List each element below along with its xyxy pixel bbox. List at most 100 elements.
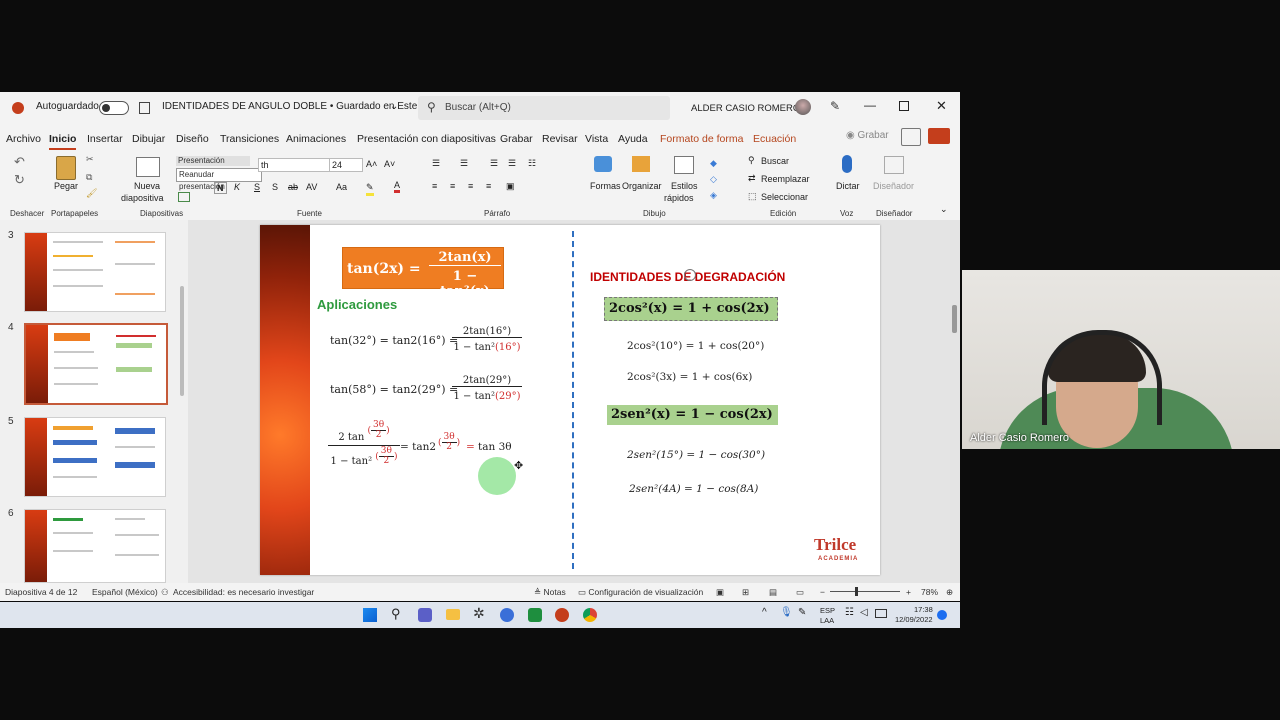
- copy-icon[interactable]: ⧉: [86, 172, 92, 183]
- case-button[interactable]: Aa: [336, 182, 347, 192]
- autosave-toggle[interactable]: [99, 101, 129, 115]
- pen-icon[interactable]: ✎: [830, 99, 840, 113]
- new-slide-label-2[interactable]: diapositiva: [121, 193, 164, 203]
- arrange-icon[interactable]: [632, 156, 650, 172]
- quick-styles-icon[interactable]: [674, 156, 694, 174]
- paste-label[interactable]: Pegar: [54, 181, 78, 191]
- slide-thumbnail[interactable]: [24, 509, 166, 583]
- tab-insertar[interactable]: Insertar: [87, 133, 123, 145]
- undo-icon[interactable]: ↶: [14, 154, 25, 170]
- spacing-button[interactable]: AV: [306, 182, 317, 192]
- powerpoint-taskbar-icon[interactable]: [555, 608, 569, 622]
- slide-thumbnail[interactable]: [24, 417, 166, 497]
- align-right-icon[interactable]: ≡: [468, 181, 473, 191]
- shapes-label[interactable]: Formas: [590, 181, 621, 191]
- new-slide-icon[interactable]: [136, 157, 160, 177]
- designer-icon[interactable]: [884, 156, 904, 174]
- speaker-icon[interactable]: ◁: [860, 607, 868, 618]
- slide-thumbnail-active[interactable]: [24, 323, 168, 405]
- tab-archivo[interactable]: Archivo: [6, 133, 41, 145]
- pen-tray-icon[interactable]: ✎: [798, 607, 806, 618]
- app-store-icon[interactable]: [528, 608, 542, 622]
- slideshow-view-icon[interactable]: ▭: [796, 587, 804, 598]
- new-slide-label-1[interactable]: Nueva: [134, 181, 160, 191]
- settings-icon[interactable]: ✲: [473, 605, 485, 622]
- justify-icon[interactable]: ≡: [486, 181, 491, 191]
- grow-font-icon[interactable]: A˄: [366, 159, 377, 169]
- outline-icon[interactable]: ◇: [710, 174, 717, 185]
- tab-vista[interactable]: Vista: [585, 133, 608, 145]
- replace-icon[interactable]: ⇄: [748, 173, 756, 184]
- formula-box-tan2x[interactable]: tan(2x) = 2tan(x) 1 − tan²(x): [342, 247, 504, 299]
- keyboard-lang-2[interactable]: LAA: [820, 616, 834, 625]
- record-button[interactable]: ◉ Grabar: [846, 130, 889, 141]
- select-icon[interactable]: ⬚: [748, 191, 757, 202]
- thumbnail-scrollbar[interactable]: [180, 286, 184, 396]
- select-button[interactable]: Seleccionar: [761, 192, 808, 202]
- designer-button-label[interactable]: Diseñador: [873, 181, 914, 191]
- zoom-out-icon[interactable]: −: [820, 587, 825, 597]
- tab-formato-forma[interactable]: Formato de forma: [660, 133, 743, 145]
- search-taskbar-icon[interactable]: ⚲: [391, 606, 401, 622]
- collapse-ribbon-icon[interactable]: ⌄: [940, 204, 948, 215]
- text-box-icon[interactable]: ▣: [506, 181, 515, 192]
- windows-start-icon[interactable]: [363, 608, 377, 622]
- tab-diseno[interactable]: Diseño: [176, 133, 209, 145]
- keyboard-lang-1[interactable]: ESP: [820, 606, 835, 615]
- user-name[interactable]: ALDER CASIO ROMERO: [691, 103, 800, 114]
- shrink-font-icon[interactable]: A˅: [384, 159, 395, 169]
- align-center-icon[interactable]: ≡: [450, 181, 455, 191]
- layout-icon[interactable]: [178, 192, 190, 202]
- wifi-icon[interactable]: ☷: [845, 607, 854, 618]
- font-name-input[interactable]: th: [258, 158, 330, 172]
- microphone-icon[interactable]: [842, 155, 852, 173]
- outdent-icon[interactable]: ☰: [508, 158, 516, 169]
- restore-icon[interactable]: [899, 101, 909, 111]
- search-input[interactable]: ⚲ Buscar (Alt+Q): [418, 96, 670, 120]
- indent-icon[interactable]: ☰: [490, 158, 498, 169]
- fill-icon[interactable]: ◆: [710, 158, 717, 169]
- tab-presentacion[interactable]: Presentación con diapositivas: [357, 133, 496, 145]
- tray-chevron-icon[interactable]: ^: [762, 607, 767, 618]
- font-size-input[interactable]: 24: [329, 158, 363, 172]
- quick-styles-label-2[interactable]: rápidos: [664, 193, 694, 203]
- clock-date[interactable]: 12/09/2022: [895, 615, 933, 624]
- slide-canvas[interactable]: tan(2x) = 2tan(x) 1 − tan²(x) Aplicacion…: [260, 225, 880, 575]
- tab-ayuda[interactable]: Ayuda: [618, 133, 648, 145]
- chevron-down-icon[interactable]: ⌄: [390, 101, 398, 112]
- columns-icon[interactable]: ☷: [528, 158, 536, 169]
- highlight-icon[interactable]: ✎: [366, 182, 374, 196]
- app-w-icon[interactable]: [500, 608, 514, 622]
- zoom-level[interactable]: 78%: [921, 587, 938, 597]
- comments-icon[interactable]: [901, 128, 921, 146]
- tab-animaciones[interactable]: Animaciones: [286, 133, 346, 145]
- accessibility-icon[interactable]: ⚇: [161, 587, 169, 598]
- tab-transiciones[interactable]: Transiciones: [220, 133, 279, 145]
- display-settings-button[interactable]: ▭ Configuración de visualización: [578, 587, 703, 598]
- tab-grabar[interactable]: Grabar: [500, 133, 533, 145]
- quick-styles-label-1[interactable]: Estilos: [671, 181, 698, 191]
- shadow-button[interactable]: S: [272, 182, 278, 192]
- bold-button[interactable]: N: [214, 182, 227, 194]
- paste-icon[interactable]: [56, 156, 76, 180]
- accessibility-status[interactable]: Accesibilidad: es necesario investigar: [173, 587, 314, 597]
- identity-box-sen[interactable]: 2sen²(x) = 1 − cos(2x): [607, 405, 778, 425]
- clock-time[interactable]: 17:38: [914, 605, 933, 614]
- tab-inicio[interactable]: Inicio: [49, 133, 77, 150]
- format-painter-icon[interactable]: 🖌: [86, 188, 97, 199]
- presentation-dropdown[interactable]: Presentación: [176, 156, 250, 166]
- tab-revisar[interactable]: Revisar: [542, 133, 578, 145]
- tab-dibujar[interactable]: Dibujar: [132, 133, 165, 145]
- strike-button[interactable]: ab: [288, 182, 298, 192]
- avatar[interactable]: [795, 99, 811, 115]
- tab-ecuacion[interactable]: Ecuación: [753, 133, 796, 145]
- redo-icon[interactable]: ↻: [14, 172, 25, 188]
- dictate-label[interactable]: Dictar: [836, 181, 860, 191]
- rotate-handle-icon[interactable]: [684, 269, 696, 281]
- fit-slide-icon[interactable]: ⊕: [946, 587, 953, 598]
- arrange-label[interactable]: Organizar: [622, 181, 662, 191]
- minimize-icon[interactable]: —: [864, 98, 876, 112]
- shapes-icon[interactable]: [594, 156, 612, 172]
- reading-view-icon[interactable]: ▤: [769, 587, 777, 598]
- zoom-slider-thumb[interactable]: [855, 587, 858, 596]
